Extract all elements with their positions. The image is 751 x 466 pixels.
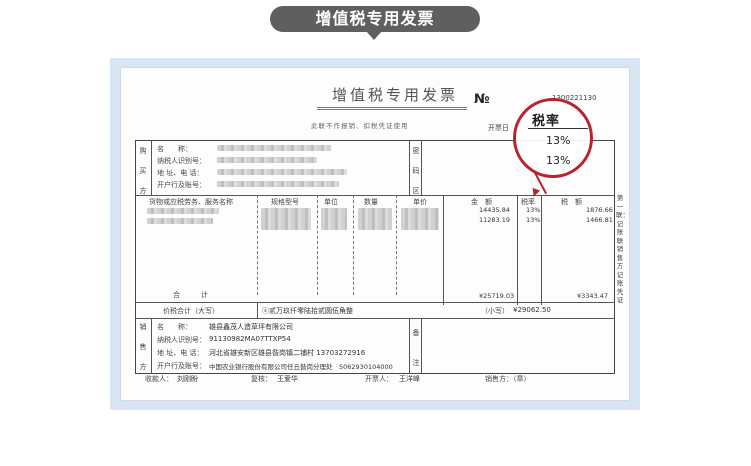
seller-bank-label: 开户行及账号： [157, 362, 206, 370]
invoice-title: 增值税专用发票 [332, 86, 459, 104]
total-small-value: ¥29062.50 [513, 306, 551, 314]
line-2-amount: 11283.19 [479, 216, 511, 224]
tax-rate-magnifier: 税率 13% 13% [513, 98, 593, 178]
seller-seal-label: 销售方：（章） [485, 375, 531, 383]
buyer-address-redacted [217, 169, 347, 175]
magnifier-title: 税率 [532, 114, 561, 129]
buyer-tax-id-label: 纳税人识别号： [157, 157, 206, 165]
col-spec: 规格型号 [271, 198, 299, 206]
invoice-subtitle: 此联不作报销、扣税凭证使用 [311, 122, 409, 130]
buyer-name-redacted [217, 145, 331, 151]
buyer-bank-redacted [217, 181, 339, 187]
magnifier-rate-2: 13% [546, 154, 571, 167]
issuer-label: 开票人： [365, 375, 393, 383]
line-1-amount: 14435.84 [479, 206, 511, 214]
payee-name: 刘刚盼 [177, 375, 198, 383]
copy-label: 第一联：记账联销售方记账凭证 [616, 194, 629, 304]
password-area-label: 密码区 [412, 147, 420, 195]
title-underline [317, 107, 467, 110]
buyer-name-label: 名 称： [157, 145, 192, 153]
subtotal-amount: ¥25719.03 [479, 292, 515, 300]
total-in-words: ⓧ贰万玖仟零陆拾贰圆伍角整 [262, 307, 353, 315]
magnifier-divider [528, 128, 588, 129]
buyer-side-label: 购买方 [139, 147, 147, 195]
heading-pointer [366, 31, 382, 40]
total-small-label: （小写） [481, 307, 509, 315]
seller-bank: 中国农业银行股份有限公司任丘昝岗分理处 5062930104000 [209, 363, 393, 371]
subtotal-tax: ¥3343.47 [577, 292, 609, 300]
seller-tax-id: 91130982MA07TTXP54 [209, 335, 291, 343]
subtotal-label: 合 计 [173, 291, 208, 299]
col-item: 货物或应税劳务、服务名称 [149, 198, 233, 206]
issue-date-label: 开票日 [488, 124, 509, 132]
reviewer-label: 复核： [251, 375, 272, 383]
line-1-tax: 1876.66 [586, 206, 613, 214]
seller-name: 雄县鑫茂人造草坪有限公司 [209, 323, 293, 331]
item-name-redacted [147, 218, 213, 224]
col-unit: 单位 [324, 198, 338, 206]
item-name-redacted [147, 208, 219, 214]
remark-label: 备注 [412, 329, 420, 367]
seller-side-label: 销售方 [139, 323, 147, 371]
line-2-tax: 1466.81 [586, 216, 613, 224]
invoice-no-symbol: № [474, 92, 490, 107]
item-qty-redacted [358, 208, 392, 230]
col-tax: 税 额 [561, 198, 582, 206]
buyer-bank-label: 开户行及账号： [157, 181, 206, 189]
line-2-rate: 13% [526, 216, 541, 224]
seller-address-label: 地 址、电 话： [157, 349, 204, 357]
issuer-name: 王洋峰 [399, 375, 420, 383]
line-1-rate: 13% [526, 206, 541, 214]
item-price-redacted [401, 208, 439, 230]
magnifier-rate-1: 13% [546, 134, 571, 147]
payee-label: 收款人： [145, 375, 173, 383]
seller-tax-id-label: 纳税人识别号： [157, 336, 206, 344]
total-label: 价税合计（大写） [163, 307, 219, 315]
item-spec-redacted [261, 208, 311, 230]
seller-name-label: 名 称： [157, 323, 192, 331]
col-qty: 数量 [364, 198, 378, 206]
page-heading: 增值税专用发票 [270, 6, 480, 32]
col-price: 单价 [413, 198, 427, 206]
reviewer-name: 王爱华 [277, 375, 298, 383]
buyer-address-label: 地 址、电 话： [157, 169, 204, 177]
buyer-tax-id-redacted [217, 157, 317, 163]
seller-address: 河北省雄安新区雄县昝岗镇二铺村 13703272916 [209, 349, 366, 357]
item-unit-redacted [321, 208, 347, 230]
